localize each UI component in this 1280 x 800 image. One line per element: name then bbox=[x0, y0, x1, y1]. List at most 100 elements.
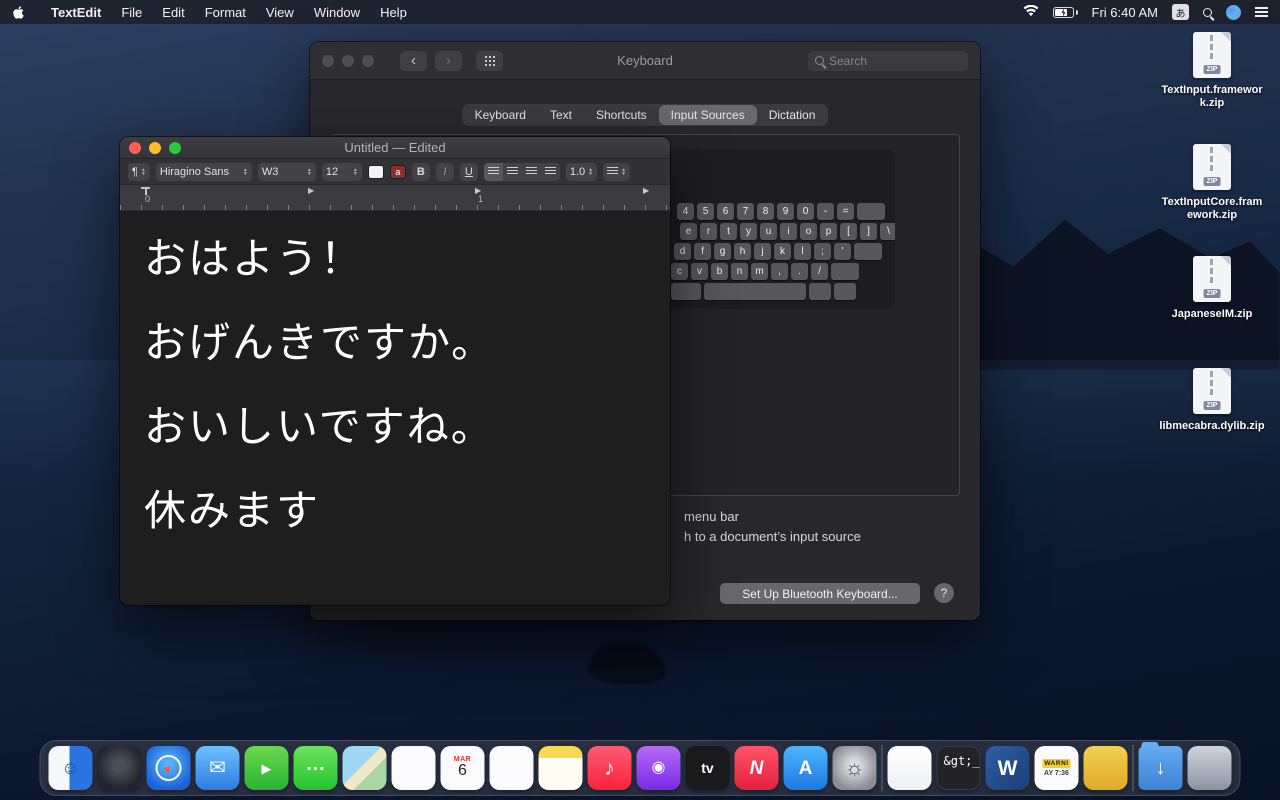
checkbox-label-auto-switch[interactable]: h to a document’s input source bbox=[684, 529, 861, 544]
notification-center-icon[interactable] bbox=[1255, 7, 1268, 9]
dock-item-messages[interactable]: … bbox=[293, 746, 338, 790]
text-line: おげんきですか。 bbox=[144, 318, 496, 367]
dock-item-reminders[interactable] bbox=[489, 746, 534, 790]
chevron-updown-icon bbox=[243, 168, 248, 176]
help-button[interactable]: ? bbox=[934, 583, 954, 603]
forward-button[interactable] bbox=[435, 50, 462, 71]
minimize-button[interactable] bbox=[149, 141, 161, 154]
search-field[interactable]: Search bbox=[808, 50, 968, 71]
font-size-dropdown[interactable]: 12 bbox=[321, 162, 362, 181]
dock-item-divider[interactable] bbox=[1132, 745, 1134, 791]
dock-item-divider[interactable] bbox=[881, 745, 883, 791]
keyboard-key-=: = bbox=[837, 203, 854, 220]
dock-item-downloads[interactable]: ↓ bbox=[1138, 742, 1183, 790]
zoom-button[interactable] bbox=[362, 54, 374, 67]
checkbox-label-show-input-menu[interactable]: menu bar bbox=[684, 509, 739, 524]
dock-item-music[interactable]: ♪ bbox=[587, 746, 632, 790]
dock-icon-glyph: tv bbox=[701, 760, 714, 776]
desktop-icon-japaneseim-zip[interactable]: ZIP JapaneseIM.zip bbox=[1158, 256, 1266, 368]
tab-input-sources[interactable]: Input Sources bbox=[658, 105, 757, 125]
dock-item-calendar[interactable]: MAR 6 bbox=[440, 746, 485, 790]
back-button[interactable] bbox=[400, 50, 427, 71]
dock: ☺ ▲ ✉ ▶ … MAR 6 ♪ ◉ tv N A ☼ &gt;_ W WAR… bbox=[39, 740, 1241, 796]
setup-bluetooth-keyboard-button[interactable]: Set Up Bluetooth Keyboard... bbox=[720, 583, 920, 604]
battery-icon[interactable] bbox=[1052, 6, 1078, 18]
close-button[interactable] bbox=[322, 54, 334, 67]
dock-item-mail[interactable]: ✉ bbox=[195, 746, 240, 790]
ruler-number: 0 bbox=[145, 194, 151, 204]
list-style-dropdown[interactable] bbox=[603, 162, 631, 181]
dock-item-launchpad[interactable] bbox=[97, 746, 142, 790]
keyboard-key-v: v bbox=[691, 263, 708, 280]
text-editor[interactable]: おはよう！ おげんきですか。 おいしいですね。 休みます bbox=[120, 211, 670, 605]
menu-clock[interactable]: Fri 6:40 AM bbox=[1092, 5, 1158, 20]
ruler[interactable]: 0 1 bbox=[120, 185, 670, 211]
tab-stop-icon[interactable] bbox=[643, 186, 649, 195]
desktop-icon-textinput-framework-zip[interactable]: ZIP TextInput.framework.zip bbox=[1158, 32, 1266, 144]
spotlight-icon[interactable] bbox=[1203, 7, 1212, 17]
apple-menu-icon[interactable] bbox=[12, 5, 25, 20]
tab-shortcuts[interactable]: Shortcuts bbox=[584, 105, 659, 125]
menu-app-name[interactable]: TextEdit bbox=[41, 5, 111, 20]
dock-item-appstore[interactable]: A bbox=[783, 746, 828, 790]
dock-item-sysprefs[interactable]: ☼ bbox=[832, 746, 877, 790]
dock-item-safari[interactable]: ▲ bbox=[146, 746, 191, 790]
dock-item-photos[interactable] bbox=[391, 746, 436, 790]
tab-stop-icon[interactable] bbox=[308, 186, 314, 195]
siri-icon[interactable] bbox=[1226, 4, 1241, 20]
textedit-titlebar[interactable]: Untitled — Edited bbox=[120, 137, 670, 159]
menu-item-help[interactable]: Help bbox=[370, 5, 417, 20]
desktop-icon-label: TextInput.framework.zip bbox=[1161, 84, 1263, 109]
menu-item-view[interactable]: View bbox=[256, 5, 304, 20]
dock-item-terminal[interactable]: &gt;_ bbox=[936, 746, 981, 790]
menu-item-edit[interactable]: Edit bbox=[152, 5, 194, 20]
underline-button[interactable]: U bbox=[459, 162, 478, 181]
line-spacing-dropdown[interactable]: 1.0 bbox=[565, 162, 598, 181]
keyboard-key-o: o bbox=[800, 223, 817, 240]
menu-item-window[interactable]: Window bbox=[304, 5, 370, 20]
text-color-well[interactable]: a bbox=[389, 164, 406, 179]
dock-item-textedit[interactable] bbox=[887, 746, 932, 790]
keyboard-window-titlebar[interactable]: Keyboard Search bbox=[310, 42, 980, 80]
tab-text[interactable]: Text bbox=[538, 105, 584, 125]
dock-item-unarchiver[interactable] bbox=[1083, 746, 1128, 790]
font-family-dropdown[interactable]: Hiragino Sans bbox=[155, 162, 252, 181]
dock-item-notes[interactable] bbox=[538, 746, 583, 790]
align-left-button[interactable] bbox=[483, 162, 503, 181]
keyboard-key-c: c bbox=[671, 263, 688, 280]
keyboard-key-7: 7 bbox=[737, 203, 754, 220]
dock-item-warning-doc[interactable]: WARNI AY 7:36 bbox=[1034, 746, 1079, 790]
dock-item-facetime[interactable]: ▶ bbox=[244, 746, 289, 790]
page-fold-icon bbox=[1221, 32, 1231, 42]
minimize-button[interactable] bbox=[342, 54, 354, 67]
font-style-dropdown[interactable]: W3 bbox=[257, 162, 316, 181]
menu-item-format[interactable]: Format bbox=[195, 5, 256, 20]
dock-item-tv[interactable]: tv bbox=[685, 746, 730, 790]
keyboard-key-/: / bbox=[811, 263, 828, 280]
dock-item-word[interactable]: W bbox=[985, 746, 1030, 790]
background-color-well[interactable] bbox=[367, 164, 384, 179]
paragraph-style-dropdown[interactable]: ¶ bbox=[128, 162, 150, 181]
desktop-icon-textinputcore-framework-zip[interactable]: ZIP TextInputCore.framework.zip bbox=[1158, 144, 1266, 256]
bold-button[interactable]: B bbox=[411, 162, 430, 181]
show-all-button[interactable] bbox=[476, 50, 503, 71]
italic-button[interactable]: I bbox=[435, 162, 454, 181]
dock-item-news[interactable]: N bbox=[734, 746, 779, 790]
dock-item-maps[interactable] bbox=[342, 746, 387, 790]
desktop-icon-libmecabra-dylib-zip[interactable]: ZIP libmecabra.dylib.zip bbox=[1158, 368, 1266, 480]
dock-item-trash[interactable] bbox=[1187, 746, 1232, 790]
close-button[interactable] bbox=[129, 141, 141, 154]
align-right-button[interactable] bbox=[541, 163, 560, 181]
dock-item-finder[interactable]: ☺ bbox=[48, 746, 93, 790]
input-menu-icon[interactable]: あ bbox=[1172, 4, 1189, 20]
align-center-button[interactable] bbox=[503, 163, 522, 181]
tab-keyboard[interactable]: Keyboard bbox=[463, 105, 538, 125]
tab-dictation[interactable]: Dictation bbox=[757, 105, 828, 125]
wifi-icon[interactable] bbox=[1023, 4, 1039, 20]
align-justify-button[interactable] bbox=[522, 163, 541, 181]
dock-item-podcasts[interactable]: ◉ bbox=[636, 746, 681, 790]
menu-item-file[interactable]: File bbox=[111, 5, 152, 20]
zoom-button[interactable] bbox=[169, 141, 181, 154]
dock-icon-glyph: ▶ bbox=[261, 760, 272, 776]
keyboard-key bbox=[857, 203, 885, 220]
